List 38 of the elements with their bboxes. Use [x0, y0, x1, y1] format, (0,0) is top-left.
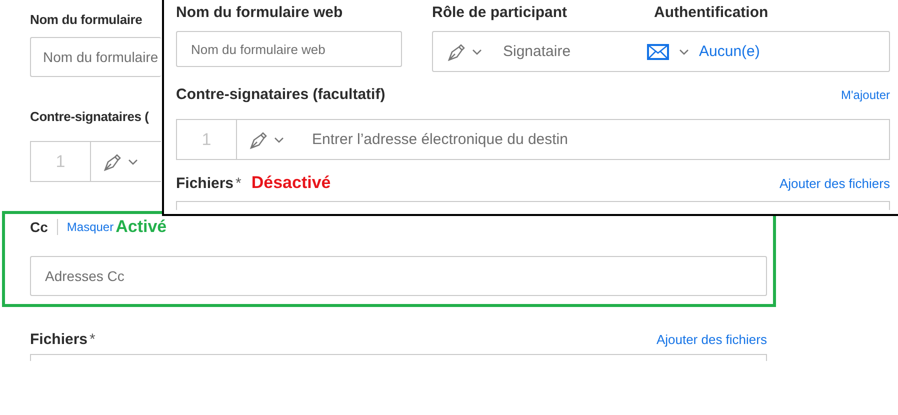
field-label: Contre-signataires (facultatif): [176, 86, 386, 103]
chevron-icon[interactable]: [128, 158, 138, 164]
placeholder-text: Adresses Cc: [45, 268, 124, 284]
field-label: Contre-signataires (: [30, 109, 149, 124]
add-files-link[interactable]: Ajouter des fichiers: [656, 332, 767, 347]
field-label: Cc: [30, 219, 58, 235]
field-label: Rôle de participant: [432, 4, 568, 21]
row-number: 1: [177, 120, 237, 159]
row-number: 1: [31, 142, 91, 181]
field-label: Nom du formulaire web: [176, 4, 344, 21]
field-label: Fichiers: [176, 174, 234, 192]
chevron-icon[interactable]: [274, 136, 284, 142]
placeholder-text: Nom du formulaire web: [191, 42, 326, 56]
name-field[interactable]: Nom du formulaire: [30, 37, 161, 77]
add-files-link[interactable]: Ajouter des fichiers: [779, 176, 890, 190]
required-mark: *: [236, 174, 242, 192]
pen-icon[interactable]: [103, 152, 123, 172]
pen-icon[interactable]: [447, 42, 467, 62]
chevron-icon[interactable]: [472, 48, 482, 54]
add-me-link[interactable]: M'ajouter: [841, 88, 890, 102]
field-label: Fichiers: [30, 331, 88, 348]
authentication-link[interactable]: Aucun(e): [699, 43, 760, 60]
pen-icon[interactable]: [249, 130, 269, 150]
field-label: Authentification: [654, 4, 768, 21]
files-field[interactable]: [176, 201, 890, 210]
required-mark: *: [90, 331, 96, 348]
cc-field[interactable]: Adresses Cc: [30, 256, 767, 296]
hide-link[interactable]: Masquer: [66, 220, 114, 234]
envelope-icon[interactable]: [647, 44, 669, 60]
status-annotation: Désactivé: [251, 173, 331, 193]
chevron-icon[interactable]: [679, 48, 689, 54]
placeholder-text: Nom du formulaire: [43, 49, 158, 65]
role-value: Signataire: [503, 43, 571, 60]
files-field[interactable]: [30, 354, 767, 361]
field-label: Nom du formulaire: [30, 12, 142, 27]
status-annotation: Activé: [116, 217, 167, 237]
email-field[interactable]: Entrer l’adresse électronique du destin: [312, 131, 568, 148]
name-field[interactable]: Nom du formulaire web: [176, 31, 402, 67]
